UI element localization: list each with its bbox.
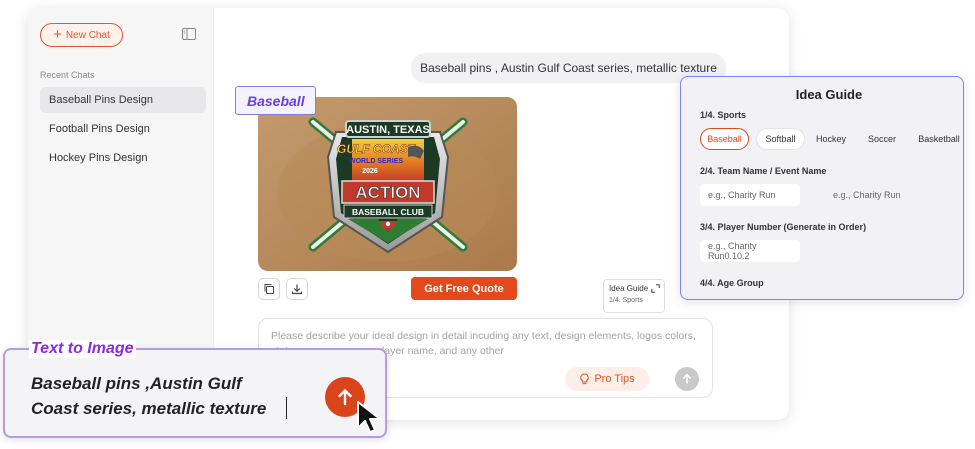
sidebar-item-label: Hockey Pins Design [49, 152, 148, 164]
download-button[interactable] [286, 278, 308, 300]
question-age-group: 4/4. Age Group [700, 278, 764, 288]
event-name-input[interactable]: e.g., Charity Run [825, 184, 925, 206]
question-team-name: 2/4. Team Name / Event Name [700, 166, 827, 176]
sidebar-item-label: Football Pins Design [49, 123, 150, 135]
chip-hockey[interactable]: Hockey [811, 128, 851, 150]
pin-top-text: AUSTIN, TEXAS [346, 124, 430, 136]
sidebar-item-football-pins[interactable]: Football Pins Design [40, 116, 206, 142]
idea-guide-title: Idea Guide [795, 87, 863, 102]
arrow-up-icon [338, 388, 352, 406]
stage: + New Chat Recent Chats Baseball Pins De… [0, 0, 975, 449]
arrow-up-icon [682, 373, 692, 384]
sport-tag: Baseball [235, 86, 316, 115]
pin-world-series-text: WORLD SERIES [349, 158, 403, 165]
get-free-quote-button[interactable]: Get Free Quote [411, 277, 517, 300]
chip-baseball[interactable]: Baseball [700, 128, 749, 150]
text-to-image-card: Baseball pins ,Austin Gulf Coast series,… [3, 348, 387, 438]
text-to-image-title: Text to Image [29, 340, 136, 358]
question-sports: 1/4. Sports [700, 110, 747, 120]
pro-tips-label: Pro Tips [594, 373, 635, 385]
mouse-cursor-icon [357, 401, 381, 433]
question-player-number: 3/4. Player Number (Generate in Order) [700, 222, 867, 232]
idea-guide-mini-step: 1/4. Sports [609, 297, 643, 304]
prompt-line-2: Coast series, metallic texture [31, 399, 267, 418]
prompt-preview: Baseball pins ,Austin Gulf Coast series,… [31, 371, 301, 421]
chip-soccer[interactable]: Soccer [861, 128, 903, 150]
copy-button[interactable] [258, 278, 280, 300]
user-message: Baseball pins , Austin Gulf Coast series… [411, 53, 726, 83]
pro-tips-button[interactable]: Pro Tips [565, 367, 649, 391]
new-chat-label: New Chat [65, 29, 110, 41]
expand-icon[interactable] [651, 284, 660, 293]
sidebar-item-baseball-pins[interactable]: Baseball Pins Design [40, 87, 206, 113]
idea-guide-mini-card[interactable]: Idea Guide 1/4. Sports [603, 279, 665, 313]
generated-pin-image[interactable]: AUSTIN, TEXAS GULF COAST WORLD SERIES 20… [258, 97, 517, 271]
pin-gulf-coast-text: GULF COAST [337, 142, 417, 156]
user-message-text: Baseball pins , Austin Gulf Coast series… [420, 61, 717, 75]
pin-year-text: 2026 [362, 168, 378, 175]
new-chat-button[interactable]: + New Chat [40, 23, 123, 47]
pin-illustration: AUSTIN, TEXAS GULF COAST WORLD SERIES 20… [258, 97, 517, 271]
chip-softball[interactable]: Softball [756, 128, 805, 150]
copy-icon [264, 284, 274, 294]
send-button[interactable] [675, 367, 699, 391]
sidebar-item-hockey-pins[interactable]: Hockey Pins Design [40, 145, 206, 171]
player-number-input[interactable]: e.g., Charity Run0.10.2 [700, 240, 800, 262]
chip-basketball[interactable]: Basketball [913, 128, 963, 150]
team-name-input[interactable]: e.g., Charity Run [700, 184, 800, 206]
sidebar-item-label: Baseball Pins Design [49, 94, 153, 106]
pin-name-text: ACTION [355, 183, 420, 202]
download-icon [291, 284, 303, 295]
sidebar-toggle-icon[interactable] [182, 28, 196, 40]
idea-guide-panel: Idea Guide 1/4. Sports Baseball Softball… [680, 76, 964, 300]
recent-chats-heading: Recent Chats [40, 70, 95, 80]
pin-club-text: BASEBALL CLUB [352, 207, 424, 217]
plus-icon: + [53, 26, 62, 43]
lightbulb-icon [580, 373, 590, 385]
prompt-line-1: Baseball pins ,Austin Gulf [31, 374, 242, 393]
text-caret [286, 397, 287, 419]
